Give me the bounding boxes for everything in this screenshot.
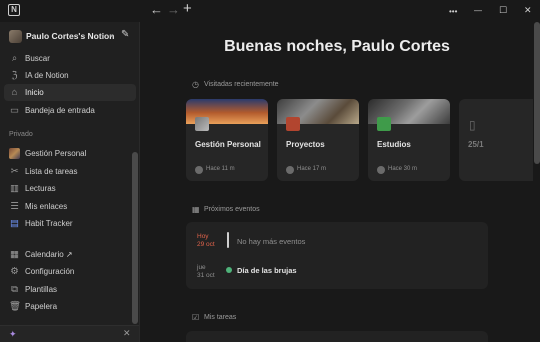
templates-icon: ⧉: [11, 284, 18, 295]
card-edited-time: Hace 30 m: [388, 166, 418, 172]
sidebar-item-label: IA de Notion: [25, 70, 69, 80]
events-panel: Hoy 29 oct No hay más eventos jue 31 oct…: [186, 222, 488, 289]
sidebar-item-label: Lista de tareas: [25, 166, 78, 176]
main-content: Buenas noches, Paulo Cortes ◷ Visitadas …: [141, 22, 533, 342]
gear-icon: ⚙: [10, 266, 19, 277]
sidebar-item-label: Papelera: [25, 301, 58, 311]
no-events-text: No hay más eventos: [237, 237, 306, 246]
close-icon[interactable]: ✕: [123, 328, 131, 339]
maximize-icon[interactable]: ☐: [499, 3, 507, 17]
back-arrow-icon[interactable]: ←: [150, 3, 163, 17]
sidebar-item-label: Configuración: [25, 266, 75, 276]
tracker-icon: ▤: [10, 218, 19, 229]
event-day: Hoy 29 oct: [197, 233, 215, 249]
card-title: 25/1: [468, 140, 484, 149]
more-options-icon[interactable]: •••: [449, 5, 457, 19]
recent-card[interactable]: ▯ 25/1: [459, 99, 533, 181]
sidebar-item-bandeja-de-entrada[interactable]: ▭ Bandeja de entrada: [4, 102, 136, 119]
sidebar-item-mis-enlaces[interactable]: ☰ Mis enlaces: [4, 198, 136, 215]
event-title[interactable]: Día de las brujas: [237, 266, 297, 275]
ai-icon: ℨ: [11, 70, 18, 81]
page-title: Buenas noches, Paulo Cortes: [224, 38, 450, 55]
event-color-dot: [226, 267, 232, 273]
event-divider: [227, 232, 229, 248]
main-scrollbar[interactable]: [534, 22, 540, 164]
minimize-icon[interactable]: —: [474, 4, 482, 18]
close-window-icon[interactable]: ✕: [524, 3, 532, 17]
sidebar-item-label: Mis enlaces: [25, 201, 68, 211]
card-title: Gestión Personal: [195, 140, 261, 149]
sidebar-item-label: Calendario ↗: [25, 249, 73, 259]
recent-card[interactable]: Estudios Hace 30 m: [368, 99, 450, 181]
sidebar-bottom-bar: ✦ ✕: [0, 325, 139, 342]
page-icon: ▯: [469, 118, 476, 132]
sidebar-item-label: Gestión Personal: [25, 148, 87, 158]
workspace-name: Paulo Cortes's Notion: [26, 31, 115, 41]
briefcase-icon: [286, 117, 300, 131]
sidebar-item-label: Lecturas: [25, 183, 56, 193]
link-icon: ☰: [10, 201, 19, 212]
recent-card[interactable]: Gestión Personal Hace 11 m: [186, 99, 268, 181]
sidebar-item-configuracion[interactable]: ⚙ Configuración: [4, 263, 136, 280]
workspace-avatar: [9, 30, 22, 43]
search-icon: ⌕: [11, 53, 18, 64]
sidebar-item-label: Buscar: [25, 53, 50, 63]
card-edited-time: Hace 11 m: [206, 166, 235, 172]
sidebar-item-label: Plantillas: [25, 284, 58, 294]
sidebar-item-plantillas[interactable]: ⧉ Plantillas: [4, 281, 136, 298]
sidebar-item-gestion-personal[interactable]: Gestión Personal: [4, 145, 136, 162]
event-day-label: Hoy: [197, 233, 209, 240]
recent-card[interactable]: Proyectos Hace 17 m: [277, 99, 359, 181]
sidebar-item-label: Bandeja de entrada: [25, 105, 95, 115]
books-icon: ▥: [10, 183, 19, 194]
checkbox-icon: ☑: [192, 313, 200, 322]
sidebar-item-lecturas[interactable]: ▥ Lecturas: [4, 180, 136, 197]
inbox-icon: ▭: [10, 105, 19, 116]
home-icon: ⌂: [11, 87, 18, 98]
tasks-section-title: Mis tareas: [204, 314, 237, 321]
event-date: 29 oct: [197, 241, 215, 248]
clock-icon: ◷: [192, 80, 199, 89]
avatar: [377, 166, 385, 174]
chevron-down-icon: ⌄: [108, 30, 115, 39]
avatar: [286, 166, 294, 174]
sidebar-item-label: Habit Tracker: [25, 218, 73, 228]
sidebar-item-lista-de-tareas[interactable]: ✂ Lista de tareas: [4, 163, 136, 180]
trash-icon: 🗑: [9, 301, 22, 312]
sidebar: Paulo Cortes's Notion ⌄ ✎ ⌕ Buscar ℨ IA …: [0, 22, 140, 342]
page-cover-icon: [9, 148, 20, 159]
sidebar-item-label: Inicio: [25, 87, 44, 97]
workspace-switcher[interactable]: Paulo Cortes's Notion ⌄ ✎: [0, 26, 140, 48]
avatar: [195, 166, 203, 174]
card-edited-time: Hace 17 m: [297, 166, 327, 172]
sidebar-item-ia-de-notion[interactable]: ℨ IA de Notion: [4, 67, 136, 84]
event-date: 31 oct: [197, 272, 215, 279]
sidebar-item-inicio[interactable]: ⌂ Inicio: [4, 84, 136, 101]
sidebar-item-buscar[interactable]: ⌕ Buscar: [4, 50, 136, 67]
sparkle-icon[interactable]: ✦: [9, 329, 17, 340]
new-page-icon[interactable]: +: [183, 1, 192, 16]
calendar-icon: ▦: [10, 249, 19, 260]
events-section-title: Próximos eventos: [204, 206, 260, 213]
forward-arrow-icon[interactable]: →: [167, 3, 180, 17]
card-title: Estudios: [377, 140, 411, 149]
sidebar-item-papelera[interactable]: 🗑 Papelera: [4, 298, 136, 315]
tools-icon: ✂: [10, 166, 19, 177]
book-icon: [377, 117, 391, 131]
title-bar: N ← → + ••• — ☐ ✕: [0, 0, 540, 22]
sidebar-scrollbar[interactable]: [132, 152, 138, 324]
event-day: jue 31 oct: [197, 264, 215, 280]
sidebar-item-habit-tracker[interactable]: ▤ Habit Tracker: [4, 215, 136, 232]
notion-logo-icon: N: [8, 4, 20, 16]
sidebar-item-calendario[interactable]: ▦ Calendario ↗: [4, 246, 136, 263]
event-day-label: jue: [197, 264, 206, 271]
section-label-privado: Privado: [9, 131, 33, 138]
calendar-icon: ▦: [192, 205, 200, 214]
card-title: Proyectos: [286, 140, 325, 149]
card-page-icon: [195, 117, 209, 131]
new-page-edit-icon[interactable]: ✎: [121, 29, 129, 40]
tasks-panel: [186, 331, 488, 342]
recent-section-title: Visitadas recientemente: [204, 81, 279, 88]
